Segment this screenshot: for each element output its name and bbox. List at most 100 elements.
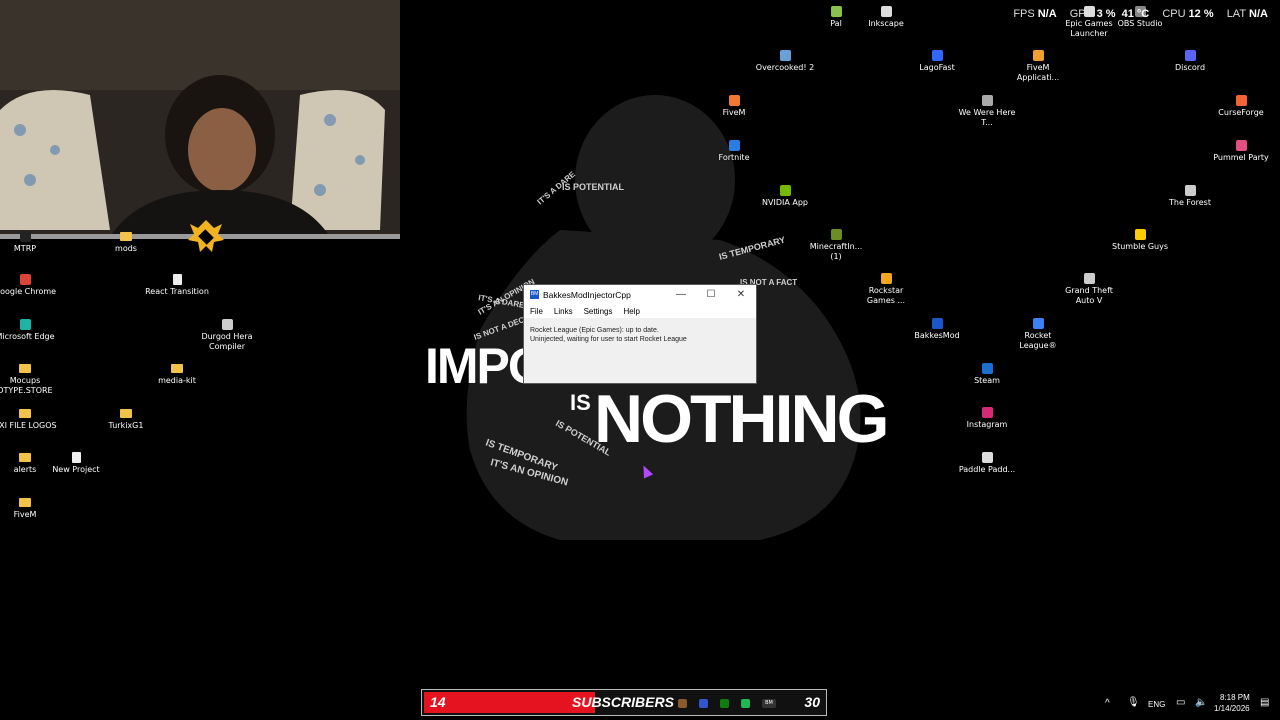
desktop-shortcut[interactable]: MinecraftIn... (1) — [804, 229, 868, 262]
rockstar-icon — [880, 273, 892, 284]
desktop-shortcut-label: Inkscape — [868, 19, 904, 28]
desktop-shortcut-label: Pummel Party — [1213, 153, 1269, 162]
notifications-icon[interactable]: ▤ — [1260, 697, 1269, 708]
folder-icon — [120, 232, 132, 241]
desktop-shortcut-label: MinecraftIn... (1) — [809, 242, 863, 261]
desktop-shortcut[interactable]: Google Chrome — [0, 274, 57, 297]
game-icon — [981, 452, 993, 463]
desktop-shortcut[interactable]: Overcooked! 2 — [753, 50, 817, 73]
desktop-shortcut-label: FiveM — [13, 510, 37, 519]
desktop-shortcut[interactable]: We Were Here T... — [955, 95, 1019, 128]
fivem-icon — [728, 95, 740, 106]
desktop-shortcut-label: BakkesMod — [914, 331, 960, 340]
menu-help[interactable]: Help — [623, 307, 639, 316]
desktop-shortcut-label: Paddle Padd... — [958, 465, 1016, 474]
desktop-shortcut[interactable]: Fortnite — [702, 140, 766, 163]
desktop-shortcut[interactable]: Pummel Party — [1209, 140, 1273, 163]
desktop-shortcut-label: NVIDIA App — [762, 198, 808, 207]
fivem-icon — [1032, 50, 1044, 61]
instagram-icon — [981, 407, 993, 418]
desktop-shortcut[interactable]: media-kit — [145, 363, 209, 386]
clock-time[interactable]: 8:18 PM — [1220, 693, 1250, 702]
overcooked-taskbar-icon[interactable] — [678, 699, 687, 708]
game-icon — [1235, 140, 1247, 151]
game-icon — [779, 50, 791, 61]
desktop-shortcut[interactable]: New Project — [44, 452, 108, 475]
nvidia-icon — [779, 185, 791, 196]
inkscape-icon — [880, 6, 892, 17]
app-taskbar-icon[interactable] — [699, 699, 708, 708]
desktop-shortcut[interactable]: Microsoft Edge — [0, 319, 57, 342]
desktop-shortcut[interactable]: Rockstar Games ... — [854, 273, 918, 306]
desktop-shortcut[interactable]: Steam — [955, 363, 1019, 386]
menu-file[interactable]: File — [530, 307, 543, 316]
desktop-shortcut-label: OBS Studio — [1117, 19, 1163, 28]
minimize-button[interactable]: — — [666, 289, 696, 300]
status-line-update: Rocket League (Epic Games): up to date. — [530, 327, 659, 334]
desktop-shortcut-label: Overcooked! 2 — [755, 63, 815, 72]
desktop-shortcut-label: Epic Games Launcher — [1065, 19, 1113, 38]
desktop-shortcut-label: media-kit — [158, 376, 196, 385]
xbox-taskbar-icon[interactable] — [720, 699, 729, 708]
fps-label: FPS — [1013, 8, 1035, 20]
bakkesmod-taskbar-icon[interactable]: BM — [762, 699, 776, 708]
window-title: BakkesModInjectorCpp — [543, 289, 631, 300]
fps-value: N/A — [1037, 8, 1057, 20]
edge-icon — [19, 319, 31, 330]
microphone-icon[interactable]: 🎙 — [1127, 697, 1140, 708]
desktop-shortcut-label: Grand Theft Auto V — [1065, 286, 1113, 305]
volume-icon[interactable]: 🔈 — [1195, 697, 1207, 708]
menu-links[interactable]: Links — [554, 307, 573, 316]
desktop-shortcut-label: React Transition — [145, 287, 209, 296]
desktop-shortcut[interactable]: FiveM — [0, 497, 57, 520]
desktop-shortcut[interactable]: CurseForge — [1209, 95, 1273, 118]
desktop-shortcut[interactable]: The Forest — [1158, 185, 1222, 208]
app-icon — [221, 319, 233, 330]
clock-date[interactable]: 1/14/2026 — [1214, 704, 1250, 713]
subscriber-goal: 30 — [804, 694, 820, 710]
desktop-shortcut[interactable]: Durgod Hera Compiler — [195, 319, 259, 352]
lat-value: N/A — [1249, 8, 1268, 20]
spotify-taskbar-icon[interactable] — [741, 699, 750, 708]
desktop-shortcut[interactable]: FiveM — [702, 95, 766, 118]
desktop-shortcut[interactable]: Mocups DTYPE.STORE — [0, 363, 57, 396]
desktop-shortcut-label: CurseForge — [1218, 108, 1264, 117]
subscriber-progress-fill — [424, 692, 595, 713]
bakkesmod-injector-window[interactable]: BM BakkesModInjectorCpp — ☐ ✕ File Links… — [523, 284, 757, 384]
desktop-shortcut[interactable]: FiveM Applicati... — [1006, 50, 1070, 83]
desktop-shortcut[interactable]: MTRP — [0, 231, 57, 254]
desktop-shortcut-label: The Forest — [1169, 198, 1211, 207]
desktop-shortcut[interactable]: React Transition — [145, 274, 209, 297]
maximize-button[interactable]: ☐ — [696, 289, 726, 300]
language-indicator[interactable]: ENG — [1148, 700, 1165, 709]
desktop-shortcut[interactable]: Grand Theft Auto V — [1057, 273, 1121, 306]
desktop-shortcut[interactable]: Rocket League® — [1006, 318, 1070, 351]
desktop-shortcut[interactable]: Paddle Padd... — [955, 452, 1019, 475]
network-icon[interactable]: ▭ — [1176, 697, 1185, 708]
desktop-shortcut[interactable]: Stumble Guys — [1108, 229, 1172, 252]
desktop-shortcut-label: Rocket League® — [1019, 331, 1057, 350]
folder-icon — [19, 409, 31, 418]
desktop-shortcut-label: We Were Here T... — [958, 108, 1016, 127]
desktop-shortcut-label: Microsoft Edge — [0, 332, 55, 341]
desktop-shortcut[interactable]: OXI FILE LOGOS — [0, 408, 57, 431]
desktop-shortcut[interactable]: NVIDIA App — [753, 185, 817, 208]
desktop-shortcut[interactable]: TurkixG1 — [94, 408, 158, 431]
desktop-shortcut[interactable]: BakkesMod — [905, 318, 969, 341]
window-title-bar[interactable]: BM BakkesModInjectorCpp — ☐ ✕ — [524, 285, 756, 304]
tray-overflow-chevron-icon[interactable]: ^ — [1105, 698, 1110, 709]
desktop-shortcut[interactable]: Inkscape — [854, 6, 918, 29]
desktop-shortcut[interactable]: LagoFast — [905, 50, 969, 73]
app-icon — [931, 50, 943, 61]
streamer-logo-icon — [188, 220, 224, 252]
menu-settings[interactable]: Settings — [584, 307, 613, 316]
desktop-shortcut[interactable]: Discord — [1158, 50, 1222, 73]
folder-icon — [19, 364, 31, 373]
gpu-label: GPU — [1069, 8, 1094, 20]
webcam-feed — [0, 0, 400, 237]
desktop-shortcut-label: New Project — [52, 465, 100, 474]
desktop-shortcut[interactable]: mods — [94, 231, 158, 254]
desktop-shortcut-label: TurkixG1 — [108, 421, 144, 430]
desktop-shortcut[interactable]: Instagram — [955, 407, 1019, 430]
close-button[interactable]: ✕ — [726, 289, 756, 300]
